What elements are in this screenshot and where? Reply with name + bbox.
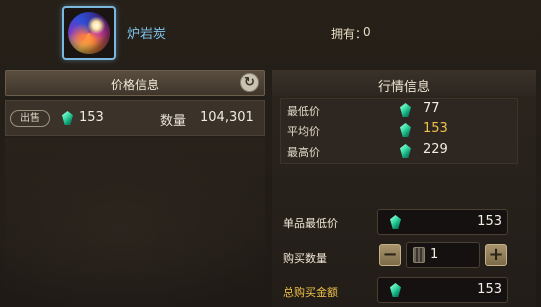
decrease-quantity-button[interactable]: − <box>379 244 401 266</box>
min-price-label: 最低价 <box>287 105 320 118</box>
unit-min-price-label: 单品最低价 <box>283 217 338 230</box>
price-info-title: 价格信息 <box>110 78 159 92</box>
min-price-value: 77 <box>423 101 440 116</box>
quantity-value: 1 <box>430 247 439 262</box>
max-price-value: 229 <box>423 142 448 157</box>
item-icon-frame[interactable] <box>62 6 116 60</box>
market-info-title: 行情信息 <box>377 80 430 95</box>
unit-min-price-value: 153 <box>477 214 502 229</box>
listing-price: 153 <box>79 110 104 125</box>
calculator-icon[interactable] <box>413 247 425 263</box>
sell-badge: 出售 <box>10 110 50 127</box>
total-amount-label: 总购买金额 <box>283 286 338 299</box>
increase-quantity-button[interactable]: + <box>485 244 507 266</box>
listing-list <box>5 138 265 303</box>
total-amount-value: 153 <box>477 282 502 297</box>
purchase-quantity-label: 购买数量 <box>283 252 327 265</box>
owned-count: 0 <box>363 25 371 39</box>
refresh-icon[interactable]: ↻ <box>240 73 259 92</box>
lava-orb-icon <box>68 12 110 54</box>
listing-quantity: 104,301 <box>200 110 254 125</box>
avg-price-label: 平均价 <box>287 125 320 138</box>
item-name: 炉岩炭 <box>127 27 167 42</box>
owned-label: 拥有： <box>331 27 368 41</box>
avg-price-value: 153 <box>423 121 448 136</box>
max-price-label: 最高价 <box>287 146 320 159</box>
listing-quantity-label: 数量 <box>160 114 187 129</box>
